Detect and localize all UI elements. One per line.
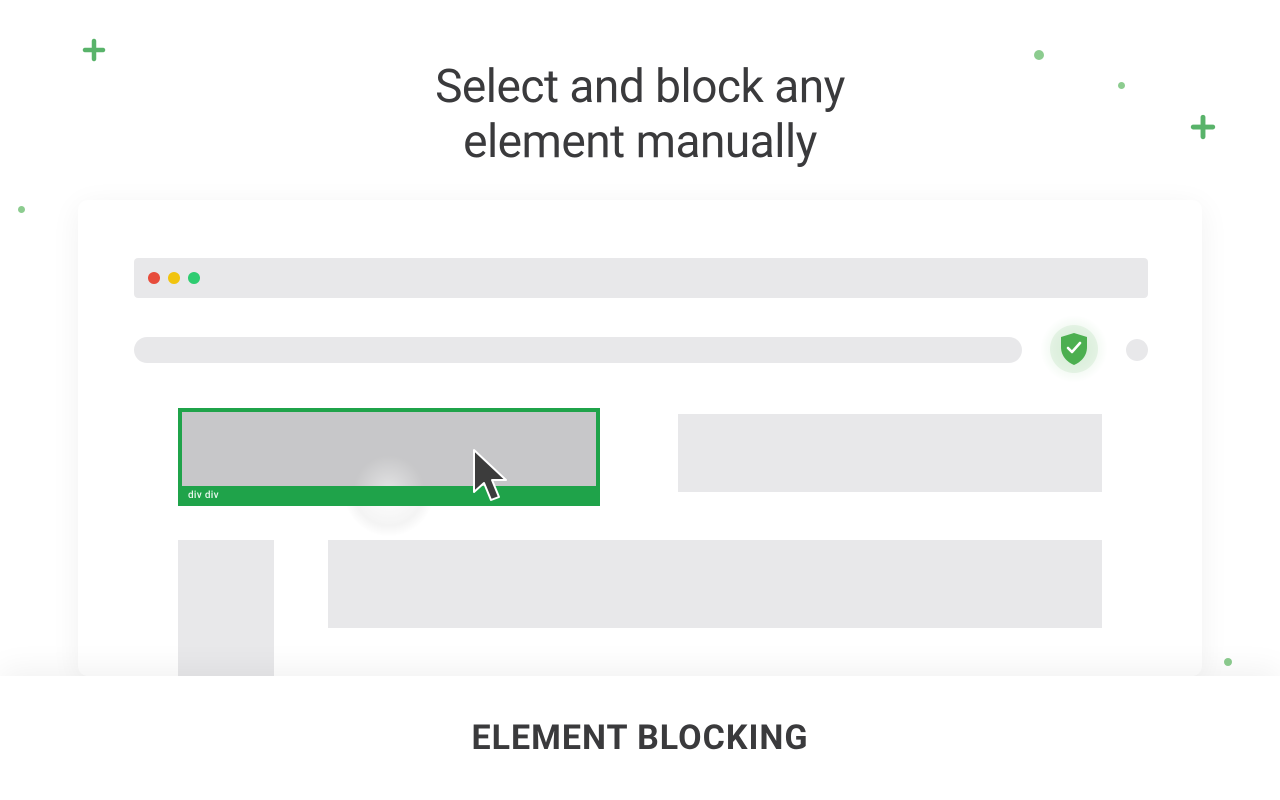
shield-check-icon	[1059, 332, 1089, 366]
selected-element-highlight[interactable]: div div	[178, 408, 600, 506]
extension-menu-button[interactable]	[1126, 339, 1148, 361]
minimize-icon[interactable]	[168, 272, 180, 284]
headline-line-1: Select and block any	[435, 60, 845, 114]
close-icon[interactable]	[148, 272, 160, 284]
placeholder-block	[328, 540, 1102, 628]
address-bar[interactable]	[134, 337, 1022, 363]
footer-title: ELEMENT BLOCKING	[471, 718, 808, 758]
adguard-extension-button[interactable]	[1040, 315, 1108, 383]
browser-toolbar	[134, 330, 1148, 370]
page-headline: Select and block any element manually	[0, 0, 1280, 170]
placeholder-block	[178, 540, 274, 676]
headline-line-2: element manually	[463, 115, 817, 169]
traffic-lights	[148, 272, 200, 284]
footer-bar: ELEMENT BLOCKING	[0, 676, 1280, 800]
dot-icon	[18, 206, 25, 213]
dot-icon	[1224, 658, 1232, 666]
selector-path-label: div div	[178, 486, 600, 506]
maximize-icon[interactable]	[188, 272, 200, 284]
window-titlebar	[134, 258, 1148, 298]
placeholder-block	[678, 414, 1102, 492]
browser-mock-card: div div	[78, 200, 1202, 676]
